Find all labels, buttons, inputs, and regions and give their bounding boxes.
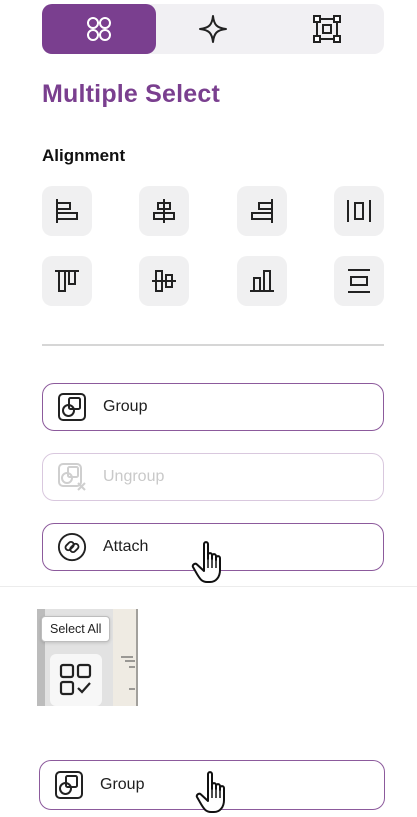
align-top-button[interactable]: [42, 256, 92, 306]
align-left-button[interactable]: [42, 186, 92, 236]
section-divider: [42, 344, 384, 346]
panel-title: Multiple Select: [42, 80, 221, 108]
distribute-horizontal-button[interactable]: [334, 186, 384, 236]
frame-select-icon: [313, 15, 341, 43]
grid-circles-icon: [87, 17, 111, 41]
group-label: Group: [103, 398, 148, 415]
tab-multiple-select[interactable]: [42, 4, 156, 54]
ungroup-button[interactable]: Ungroup: [42, 453, 384, 501]
align-center-vertical-icon: [152, 270, 176, 292]
distribute-vertical-button[interactable]: [334, 256, 384, 306]
sparkle-icon: [199, 15, 227, 43]
content-separator: [0, 586, 417, 587]
group-icon: [54, 770, 84, 800]
align-right-icon: [251, 199, 273, 223]
alignment-heading: Alignment: [42, 146, 126, 165]
align-right-button[interactable]: [237, 186, 287, 236]
align-left-icon: [56, 199, 78, 223]
attach-label: Attach: [103, 538, 149, 555]
group-icon: [57, 392, 87, 422]
align-center-vertical-button[interactable]: [139, 256, 189, 306]
select-all-tooltip: Select All: [41, 616, 111, 642]
group-label-bottom: Group: [100, 776, 145, 793]
distribute-vertical-icon: [348, 269, 370, 293]
ruler-marks: [121, 609, 138, 706]
select-all-icon: [59, 663, 92, 696]
tab-effects[interactable]: [156, 4, 270, 54]
ungroup-label: Ungroup: [103, 468, 165, 485]
tool-tab-bar: [42, 4, 384, 54]
hand-cursor-icon: [195, 771, 225, 813]
ungroup-icon: [57, 462, 87, 492]
align-bottom-button[interactable]: [237, 256, 287, 306]
distribute-horizontal-icon: [347, 200, 371, 222]
align-center-horizontal-button[interactable]: [139, 186, 189, 236]
hand-cursor-icon: [191, 541, 221, 583]
tab-frame[interactable]: [270, 4, 384, 54]
group-button[interactable]: Group: [42, 383, 384, 431]
link-icon: [57, 532, 87, 562]
align-bottom-icon: [250, 270, 274, 292]
select-all-button[interactable]: [50, 654, 102, 706]
align-center-horizontal-icon: [153, 199, 175, 223]
align-top-icon: [55, 270, 79, 292]
